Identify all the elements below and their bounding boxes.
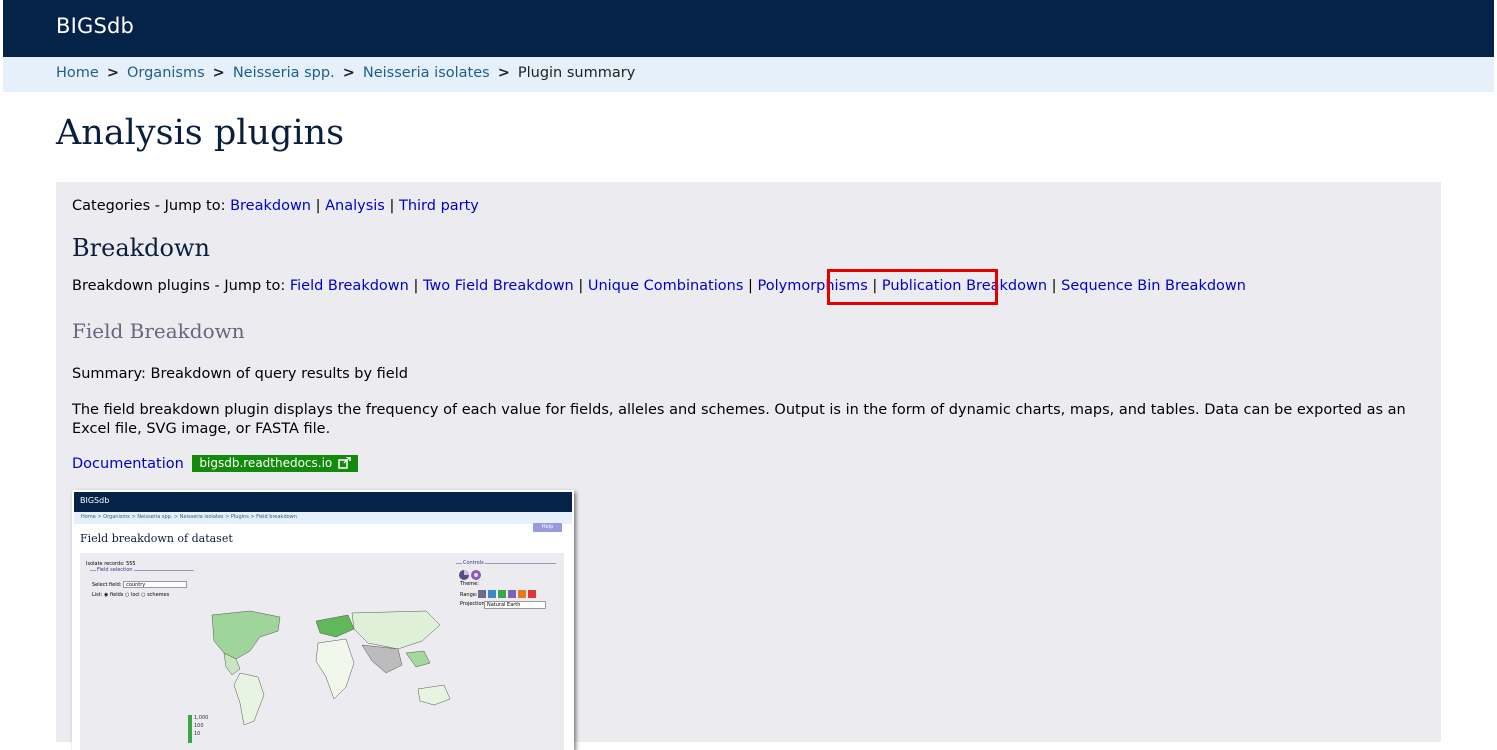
map-legend-bar [188, 715, 192, 743]
breadcrumb: Home > Organisms > Neisseria spp. > Neisseria … [56, 65, 635, 81]
theme-swatch [518, 590, 526, 598]
world-map-image: 1,000 100 10 [188, 610, 451, 743]
thumb-help-button: Help [533, 523, 562, 532]
external-link-icon [338, 456, 352, 469]
map-legend-value: 1,000 [194, 715, 208, 721]
theme-swatch [508, 590, 516, 598]
thumb-list-option: schemes [147, 592, 170, 598]
thumb-list-label: List: [92, 592, 103, 598]
jump-link-unique-combinations[interactable]: Unique Combinations [588, 278, 744, 294]
theme-swatch [478, 590, 486, 598]
plugin-screenshot-thumbnail[interactable]: BIGSdb Home > Organisms > Neisseria spp.… [72, 490, 574, 750]
breakdown-prefix: Breakdown plugins - Jump to: [72, 278, 286, 294]
thumb-content-panel: Isolate records: 555 Field selection Sel… [80, 553, 564, 750]
link-separator: | [413, 278, 419, 294]
thumb-field-selection: Field selection Select field: country Li… [90, 567, 194, 605]
thumb-list-option: fields [109, 592, 124, 598]
highlight-box-publication-breakdown [827, 269, 998, 305]
thumb-title: Field breakdown of dataset [80, 532, 233, 545]
thumb-theme-label: Theme: [460, 581, 479, 587]
theme-swatch [498, 590, 506, 598]
jump-link-third-party[interactable]: Third party [399, 198, 479, 214]
app-brand[interactable]: BIGSdb [56, 14, 134, 38]
thumb-select-field-label: Select field: [92, 582, 122, 588]
thumb-field-selection-legend: Field selection [96, 567, 134, 573]
breadcrumb-bar: Home > Organisms > Neisseria spp. > Neisseria … [3, 57, 1494, 92]
jump-link-analysis[interactable]: Analysis [325, 198, 385, 214]
documentation-link[interactable]: Documentation [72, 456, 184, 472]
thumb-brand: BIGSdb [80, 496, 110, 505]
breadcrumb-separator: > [106, 65, 119, 81]
breadcrumb-home[interactable]: Home [56, 65, 99, 81]
link-separator: | [1051, 278, 1057, 294]
thumb-theme-swatches [478, 583, 538, 602]
breakdown-jump-line: Breakdown plugins - Jump to: Field Break… [72, 278, 1246, 294]
thumb-select-field: country [123, 581, 188, 588]
page-title: Analysis plugins [56, 113, 345, 153]
jump-link-breakdown[interactable]: Breakdown [230, 198, 311, 214]
thumb-range-label: Range: [460, 592, 478, 598]
plugin-description: The field breakdown plugin displays the … [72, 402, 1406, 437]
breadcrumb-separator: > [342, 65, 355, 81]
link-separator: | [389, 198, 395, 214]
jump-link-field-breakdown[interactable]: Field Breakdown [290, 278, 409, 294]
documentation-line: Documentation bigsdb.readthedocs.io [72, 455, 359, 472]
breadcrumb-current: Plugin summary [517, 65, 636, 81]
plugins-panel: Categories - Jump to: Breakdown | Analys… [56, 182, 1441, 750]
theme-swatch [528, 590, 536, 598]
link-separator: | [315, 198, 321, 214]
breadcrumb-neisseria-spp[interactable]: Neisseria spp. [233, 65, 335, 81]
jump-link-two-field-breakdown[interactable]: Two Field Breakdown [423, 278, 574, 294]
thumb-list-row: List: ◉ fields ○ loci ○ schemes [92, 592, 170, 598]
breadcrumb-organisms[interactable]: Organisms [127, 65, 205, 81]
breadcrumb-separator: > [212, 65, 225, 81]
jump-link-sequence-bin-breakdown[interactable]: Sequence Bin Breakdown [1061, 278, 1246, 294]
thumb-controls-legend: Controls [462, 560, 485, 566]
thumb-top-bar: BIGSdb [74, 492, 572, 512]
field-breakdown-heading: Field Breakdown [72, 319, 245, 343]
map-legend-value: 100 [194, 723, 204, 729]
breadcrumb-separator: > [497, 65, 510, 81]
thumb-breadcrumb-bar: Home > Organisms > Neisseria spp. > Neis… [74, 512, 572, 524]
readthedocs-badge[interactable]: bigsdb.readthedocs.io [192, 455, 359, 472]
link-separator: | [578, 278, 584, 294]
link-separator: | [747, 278, 753, 294]
thumb-breadcrumb: Home > Organisms > Neisseria spp. > Neis… [81, 514, 297, 520]
categories-prefix: Categories - Jump to: [72, 198, 226, 214]
plugin-summary: Summary: Breakdown of query results by f… [72, 366, 408, 382]
thumb-select-field-row: Select field: country [92, 581, 188, 588]
categories-jump-line: Categories - Jump to: Breakdown | Analys… [72, 198, 479, 214]
thumb-projection-select: Natural Earth [484, 601, 546, 609]
breadcrumb-neisseria-isolates[interactable]: Neisseria isolates [363, 65, 490, 81]
breakdown-heading: Breakdown [72, 234, 210, 262]
pie-chart-icon [459, 570, 481, 580]
readthedocs-badge-label: bigsdb.readthedocs.io [199, 456, 333, 470]
top-nav-bar: BIGSdb [3, 0, 1494, 57]
map-legend-value: 10 [194, 731, 200, 737]
theme-swatch [488, 590, 496, 598]
thumb-list-option: loci [130, 592, 140, 598]
